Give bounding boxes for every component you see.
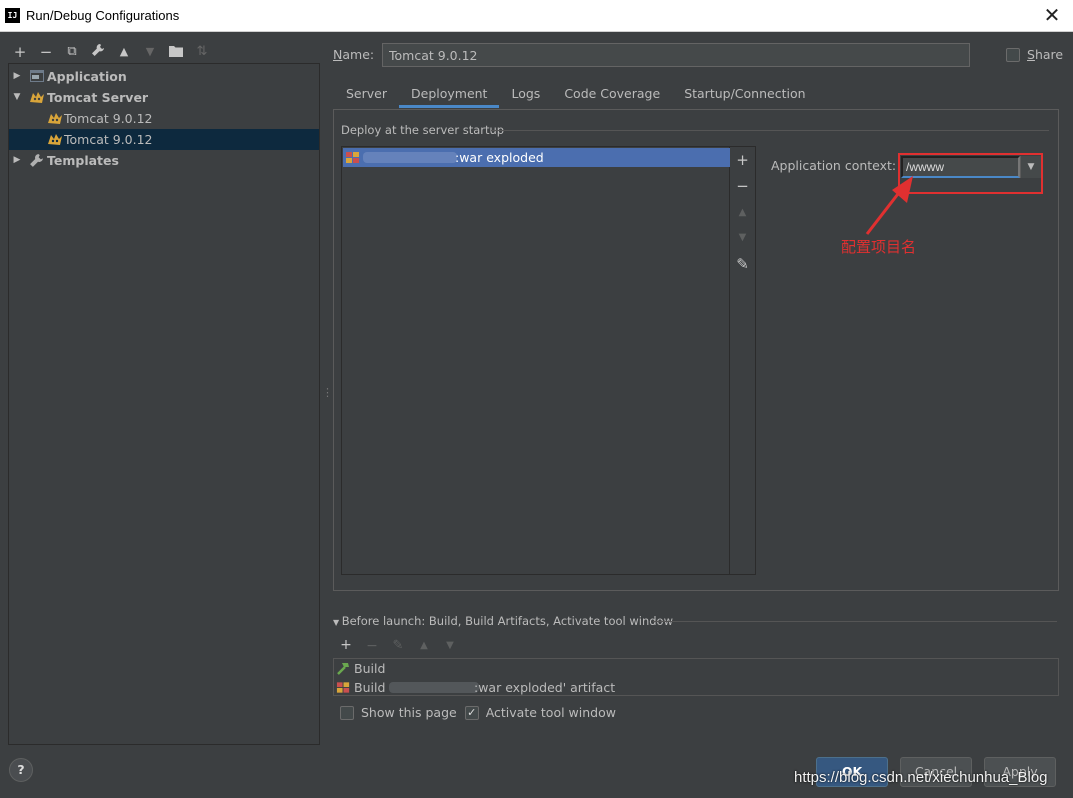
move-up-icon[interactable]: ▲: [114, 42, 134, 62]
move-down-icon[interactable]: ▼: [730, 232, 755, 243]
show-this-page-label: Show this page: [361, 705, 457, 720]
tree-item-tomcat-config[interactable]: Tomcat 9.0.12: [9, 108, 319, 129]
move-down-icon[interactable]: ▼: [440, 637, 460, 655]
tree-item-templates[interactable]: ▶ Templates: [9, 150, 319, 171]
move-down-icon[interactable]: ▼: [140, 42, 160, 62]
config-tabs: Server Deployment Logs Code Coverage Sta…: [334, 82, 818, 108]
chevron-right-icon[interactable]: ▶: [11, 150, 23, 171]
share-checkbox[interactable]: [1006, 47, 1020, 62]
collapse-arrow-icon[interactable]: ▼: [333, 618, 342, 627]
configuration-tree: ▶ Application ▼ Tomcat Server Tomcat 9.0…: [8, 63, 320, 745]
artifact-name: :war exploded: [455, 150, 544, 165]
tree-item-tomcat-config-selected[interactable]: Tomcat 9.0.12: [9, 129, 319, 150]
chevron-right-icon[interactable]: ▶: [11, 66, 23, 87]
move-up-icon[interactable]: ▲: [414, 637, 434, 655]
application-icon: [29, 69, 45, 84]
wrench-icon-graphic: [92, 44, 104, 56]
annotation-arrow-icon: [865, 176, 913, 235]
tree-item-label: Tomcat 9.0.12: [64, 111, 153, 126]
name-mnemonic: N: [333, 47, 343, 62]
section-divider: [491, 130, 1049, 131]
before-launch-title[interactable]: ▼ Before launch: Build, Build Artifacts,…: [333, 614, 673, 628]
tree-item-label: Application: [47, 69, 127, 84]
list-item[interactable]: Build: [334, 659, 1058, 678]
intellij-logo-icon: IJ: [5, 8, 20, 23]
window-title: Run/Debug Configurations: [26, 8, 180, 23]
chevron-down-icon[interactable]: ▼: [11, 87, 23, 108]
deploy-artifact-list[interactable]: :war exploded: [341, 146, 730, 575]
remove-task-icon[interactable]: −: [362, 637, 382, 655]
add-artifact-icon[interactable]: +: [730, 151, 755, 169]
tab-deployment[interactable]: Deployment: [399, 82, 500, 108]
show-this-page-option[interactable]: Show this page: [340, 705, 457, 720]
folder-icon-graphic: [169, 46, 183, 57]
name-field[interactable]: [382, 43, 970, 67]
tree-item-label: Tomcat Server: [47, 90, 149, 105]
artifact-icon: [345, 150, 361, 165]
tomcat-icon: [29, 90, 45, 105]
annotation-text: 配置项目名: [841, 238, 917, 256]
task-label-suffix: :war exploded' artifact: [474, 680, 616, 695]
redacted-text: [389, 682, 479, 693]
wrench-icon[interactable]: [88, 42, 108, 62]
remove-artifact-icon[interactable]: −: [730, 177, 755, 195]
tab-logs[interactable]: Logs: [499, 82, 552, 108]
list-item[interactable]: :war exploded: [343, 148, 730, 167]
tree-item-label: Templates: [47, 153, 119, 168]
activate-tool-window-option[interactable]: ✓ Activate tool window: [464, 705, 616, 720]
launch-options: Show this page ✓ Activate tool window: [340, 705, 616, 720]
tab-server[interactable]: Server: [334, 82, 399, 108]
name-label: Name:: [333, 47, 374, 62]
sort-icon[interactable]: ⇅: [192, 42, 212, 62]
edit-task-icon[interactable]: ✎: [388, 637, 408, 655]
share-mnemonic: S: [1027, 47, 1035, 62]
name-label-rest: ame:: [342, 47, 375, 62]
before-launch-label: Before launch: Build, Build Artifacts, A…: [341, 614, 673, 628]
add-task-icon[interactable]: +: [336, 637, 356, 655]
wrench-icon: [29, 153, 45, 168]
show-this-page-checkbox[interactable]: [340, 705, 354, 720]
edit-icon[interactable]: ✎: [730, 255, 755, 273]
tree-item-application[interactable]: ▶ Application: [9, 66, 319, 87]
config-toolbar: + − ⧉ ▲ ▼ ⇅: [10, 42, 212, 62]
move-up-icon[interactable]: ▲: [730, 207, 755, 218]
activate-tool-window-label: Activate tool window: [485, 705, 616, 720]
close-icon[interactable]: ✕: [1039, 3, 1065, 27]
deploy-side-toolbar: + − ▲ ▼ ✎: [730, 146, 756, 575]
task-label-prefix: Build: [354, 680, 386, 695]
before-launch-toolbar: + − ✎ ▲ ▼: [336, 637, 460, 655]
tree-item-label: Tomcat 9.0.12: [64, 132, 153, 147]
tab-startup-connection[interactable]: Startup/Connection: [672, 82, 817, 108]
remove-icon[interactable]: −: [36, 42, 56, 62]
artifact-icon: [336, 680, 351, 695]
section-divider: [653, 621, 1057, 622]
list-item[interactable]: Build :war exploded' artifact: [334, 678, 1058, 697]
task-label: Build: [354, 661, 386, 676]
share-label: Share: [1027, 47, 1063, 62]
redacted-text: [363, 152, 457, 163]
hammer-icon: [336, 661, 351, 676]
help-button[interactable]: ?: [9, 758, 33, 782]
deploy-section-title: Deploy at the server startup: [341, 123, 505, 137]
title-bar: IJ Run/Debug Configurations ✕: [0, 0, 1073, 32]
tab-code-coverage[interactable]: Code Coverage: [552, 82, 672, 108]
copy-icon[interactable]: ⧉: [62, 42, 82, 62]
watermark: https://blog.csdn.net/xiechunhua_Blog: [794, 769, 1048, 786]
share-option[interactable]: Share: [1006, 47, 1063, 62]
activate-tool-window-checkbox[interactable]: ✓: [464, 705, 479, 720]
before-launch-list: Build Build :war exploded' artifact: [333, 658, 1059, 696]
share-label-rest: hare: [1034, 47, 1064, 62]
tree-item-tomcat-server[interactable]: ▼ Tomcat Server: [9, 87, 319, 108]
tomcat-icon: [47, 111, 63, 126]
tomcat-icon: [47, 132, 63, 147]
splitter-handle[interactable]: ⋮: [322, 386, 333, 399]
add-icon[interactable]: +: [10, 42, 30, 62]
folder-icon[interactable]: [166, 42, 186, 62]
